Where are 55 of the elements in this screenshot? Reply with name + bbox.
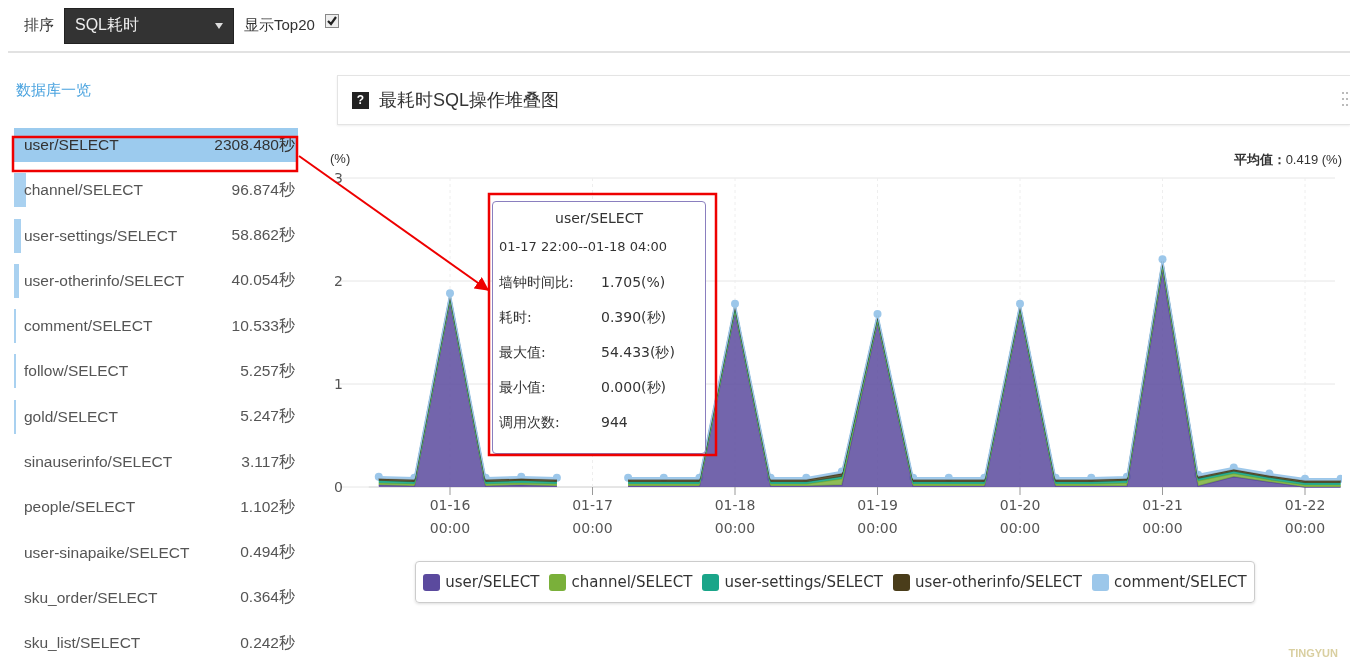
sort-dropdown[interactable]: SQL耗时 — [64, 7, 234, 44]
x-tick-label: 01-21 00:00 — [1142, 497, 1183, 536]
legend-swatch — [549, 573, 567, 591]
sidebar-item[interactable]: sku_list/SELECT 0.242秒 — [14, 626, 298, 661]
x-tick-label: 01-19 00:00 — [857, 497, 898, 536]
sort-label: 排序 — [24, 16, 54, 35]
sidebar-item[interactable]: user-otherinfo/SELECT 40.054秒 — [14, 263, 298, 298]
sidebar-item[interactable]: people/SELECT 1.102秒 — [14, 490, 298, 525]
help-icon[interactable]: ? — [352, 91, 369, 109]
legend-item[interactable]: channel/SELECT — [549, 573, 693, 591]
x-tick-label: 01-16 00:00 — [429, 497, 471, 536]
sidebar-title: 数据库一览 — [16, 81, 92, 100]
sidebar-item[interactable]: follow/SELECT 5.257秒 — [14, 354, 298, 389]
sidebar-item[interactable]: user-settings/SELECT 58.862秒 — [14, 218, 298, 253]
tooltip-label: 调用次数: — [499, 414, 561, 432]
x-tick-label: 01-22 00:00 — [1284, 497, 1326, 536]
sidebar-item[interactable]: sku_order/SELECT 0.364秒 — [14, 580, 298, 615]
sidebar-item[interactable]: channel/SELECT 96.874秒 — [14, 173, 298, 208]
legend-item[interactable]: user/SELECT — [423, 573, 540, 591]
sidebar-item[interactable]: user-sinapaike/SELECT 0.494秒 — [14, 535, 298, 570]
credit-logo: TINGYUN — [1288, 647, 1338, 659]
y-tick-label: 0 — [334, 479, 343, 495]
sidebar-item[interactable]: user/SELECT 2308.480秒 — [14, 128, 298, 162]
legend-swatch — [702, 573, 720, 591]
caret-icon — [215, 22, 223, 29]
x-tick-label: 01-18 00:00 — [714, 497, 756, 536]
legend-item[interactable]: user-settings/SELECT — [702, 573, 883, 591]
legend-swatch — [423, 573, 441, 591]
tooltip-title: user/SELECT — [554, 210, 644, 228]
y-tick-label: 1 — [334, 376, 343, 392]
y-axis-label: (%) — [330, 151, 351, 168]
tooltip-value: 0.390(秒) — [601, 309, 666, 327]
x-tick-label: 01-17 00:00 — [572, 497, 613, 536]
tooltip-label: 耗时: — [499, 309, 533, 327]
legend-swatch — [892, 573, 910, 591]
tooltip-value: 944 — [601, 414, 628, 432]
sidebar-item[interactable]: comment/SELECT 10.533秒 — [14, 309, 298, 344]
tooltip-label: 最小值: — [499, 379, 547, 397]
tooltip-range: 01-17 22:00--01-18 04:00 — [499, 239, 669, 256]
average-value: 平均值：0.419 (%) — [1233, 151, 1342, 169]
legend-item[interactable]: comment/SELECT — [1091, 573, 1247, 591]
tooltip-label: 最大值: — [499, 344, 547, 362]
top20-label: 显示Top20 — [244, 16, 315, 35]
tooltip-value: 0.000(秒) — [601, 379, 666, 397]
top20-checkbox[interactable] — [324, 13, 339, 28]
y-tick-label: 2 — [334, 273, 343, 289]
tooltip-value: 54.433(秒) — [601, 344, 675, 362]
tooltip-value: 1.705(%) — [601, 274, 666, 292]
sidebar-item[interactable]: sinauserinfo/SELECT 3.117秒 — [14, 445, 298, 480]
legend-item[interactable]: user-otherinfo/SELECT — [892, 573, 1082, 591]
sidebar-item[interactable]: gold/SELECT 5.247秒 — [14, 399, 298, 434]
tooltip-label: 墙钟时间比: — [499, 274, 575, 292]
panel-title: 最耗时SQL操作堆叠图 — [379, 89, 561, 112]
legend-swatch — [1091, 573, 1109, 591]
x-tick-label: 01-20 00:00 — [999, 497, 1041, 536]
